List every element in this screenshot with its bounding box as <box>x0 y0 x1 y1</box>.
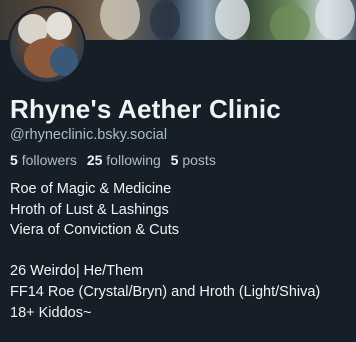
following-count: 25 <box>86 152 103 168</box>
followers-link[interactable]: 5 followers <box>10 152 77 168</box>
banner-figure <box>215 0 250 40</box>
posts-count: 5 <box>170 152 179 168</box>
banner-figure <box>270 5 310 40</box>
bio-line <box>10 241 320 262</box>
banner-figure <box>100 0 140 40</box>
banner-figure <box>315 0 355 40</box>
following-label: following <box>106 152 161 168</box>
posts-stat: 5 posts <box>171 152 216 168</box>
followers-label: followers <box>21 152 77 168</box>
followers-count: 5 <box>10 152 18 168</box>
profile-stats: 5 followers 25 following 5 posts <box>10 152 222 168</box>
posts-label: posts <box>182 152 216 168</box>
following-link[interactable]: 25 following <box>87 152 161 168</box>
bio-line: Roe of Magic & Medicine <box>10 181 172 197</box>
avatar[interactable] <box>8 6 86 84</box>
profile-bio: Roe of Magic & Medicine Hroth of Lust & … <box>10 179 320 323</box>
banner-figure <box>150 0 180 40</box>
profile-display-name: Rhyne's Aether Clinic <box>10 94 281 124</box>
avatar-figure <box>46 12 72 40</box>
bio-line: FF14 Roe (Crystal/Bryn) and Hroth (Light… <box>10 283 321 300</box>
profile-handle[interactable]: @rhyneclinic.bsky.social <box>10 127 167 143</box>
bio-line: Viera of Conviction & Cuts <box>10 222 179 239</box>
bio-line: 26 Weirdo| He/Them <box>10 263 144 280</box>
bio-line: 18+ Kiddos~ <box>10 304 92 321</box>
bio-line: Hroth of Lust & Lashings <box>10 201 169 218</box>
avatar-figure <box>50 46 78 76</box>
